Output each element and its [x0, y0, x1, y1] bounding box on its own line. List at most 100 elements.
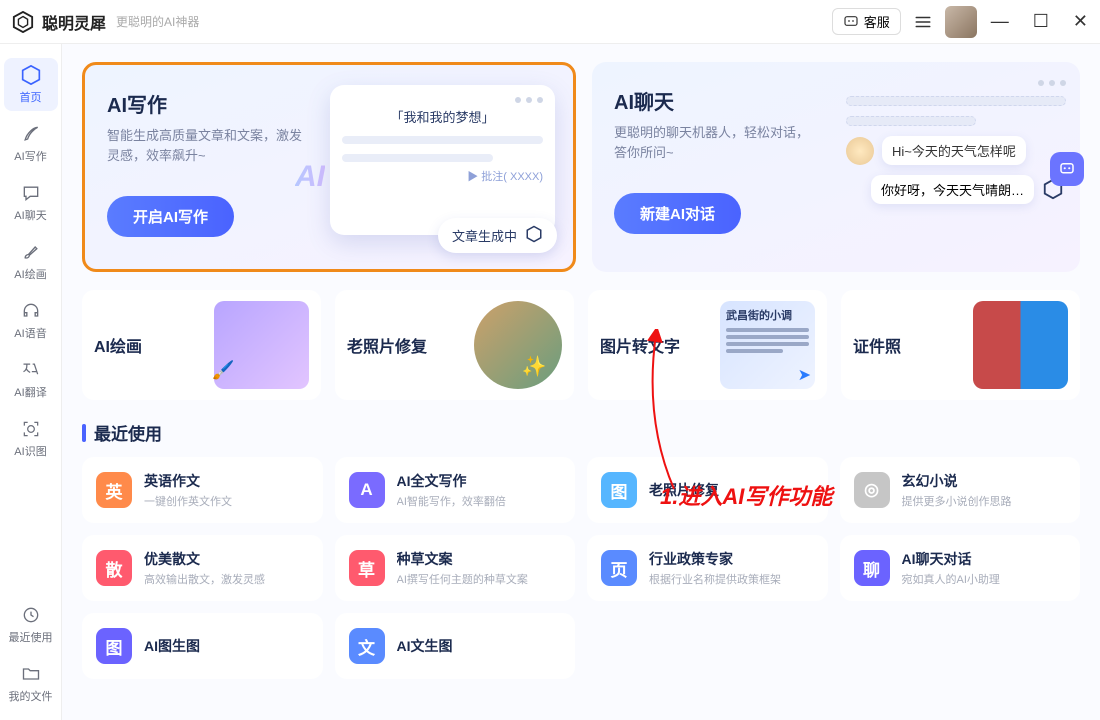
sidebar-item-ocr[interactable]: AI识图 — [4, 412, 58, 465]
tile-title: AI绘画 — [94, 333, 204, 357]
sidebar: 首页 AI写作 AI聊天 AI绘画 AI语音 AI翻译 AI识图 最 — [0, 44, 62, 720]
recent-item[interactable]: 页 行业政策专家 根据行业名称提供政策框架 — [587, 535, 828, 601]
sidebar-item-translate[interactable]: AI翻译 — [4, 353, 58, 406]
start-ai-write-button[interactable]: 开启AI写作 — [107, 196, 234, 237]
recent-item[interactable]: 草 种草文案 AI撰写任何主题的种草文案 — [335, 535, 576, 601]
tile-img-to-text[interactable]: 图片转文字 武昌街的小调 ➤ — [588, 290, 827, 400]
recent-item[interactable]: 散 优美散文 高效输出散文，激发灵感 — [82, 535, 323, 601]
hamburger-icon — [914, 13, 932, 31]
new-ai-chat-button[interactable]: 新建AI对话 — [614, 193, 741, 234]
recent-item-name: AI聊天对话 — [902, 549, 1000, 569]
window-controls: — ☐ ✕ — [991, 11, 1088, 32]
arrow-icon: ➤ — [798, 365, 811, 385]
sidebar-item-draw[interactable]: AI绘画 — [4, 235, 58, 288]
ai-badge-icon: AI — [295, 160, 325, 194]
chat-bubble-icon — [20, 182, 42, 204]
hamburger-menu-button[interactable] — [911, 10, 935, 34]
recent-item[interactable]: 文 AI文生图 — [335, 613, 576, 679]
recent-item-icon: 草 — [349, 550, 385, 586]
mock-status: 文章生成中 — [438, 218, 557, 253]
write-preview-mock: 「我和我的梦想」 ▶ 批注( XXXX) — [330, 85, 555, 235]
restore-thumbnail: ✨ — [474, 301, 562, 389]
recent-item-name: AI全文写作 — [397, 471, 506, 491]
chat-preview-mock: Hi~今天的天气怎样呢 你好呀，今天天气晴朗… — [846, 80, 1066, 204]
mock-note: ▶ 批注( XXXX) — [342, 168, 543, 184]
mock-doc-title: 「我和我的梦想」 — [342, 107, 543, 126]
recent-item-sub: 高效输出散文，激发灵感 — [144, 571, 265, 587]
hero-chat-desc: 更聪明的聊天机器人，轻松对话，答你所问~ — [614, 123, 814, 163]
customer-service-label: 客服 — [864, 12, 890, 31]
sidebar-label: AI聊天 — [14, 207, 46, 223]
brush-icon — [20, 241, 42, 263]
recent-item[interactable]: 图 AI图生图 — [82, 613, 323, 679]
recent-item[interactable]: 英 英语作文 一键创作英文作文 — [82, 457, 323, 523]
mock-status-text: 文章生成中 — [452, 226, 517, 245]
chat-bubble-user: Hi~今天的天气怎样呢 — [882, 136, 1026, 165]
hexagon-icon — [525, 225, 543, 246]
sidebar-item-chat[interactable]: AI聊天 — [4, 176, 58, 229]
recent-item-name: 优美散文 — [144, 549, 265, 569]
doc-sample-title: 武昌街的小调 — [720, 301, 815, 325]
paintbrush-icon: 🖌️ — [212, 360, 234, 381]
recent-item-icon: 页 — [601, 550, 637, 586]
minimize-button[interactable]: — — [991, 11, 1009, 32]
recent-item-name: 玄幻小说 — [902, 471, 1012, 491]
sidebar-label: 我的文件 — [9, 688, 53, 704]
sidebar-item-voice[interactable]: AI语音 — [4, 294, 58, 347]
recent-item-name: 种草文案 — [397, 549, 528, 569]
sidebar-item-write[interactable]: AI写作 — [4, 117, 58, 170]
draw-thumbnail: 🖌️ — [214, 301, 309, 389]
recent-item[interactable]: 图 老照片修复 — [587, 457, 828, 523]
headphone-icon — [20, 300, 42, 322]
history-icon — [20, 604, 42, 626]
app-tagline: 更聪明的AI神器 — [116, 13, 199, 30]
sidebar-item-recent[interactable]: 最近使用 — [4, 598, 58, 651]
sidebar-item-home[interactable]: 首页 — [4, 58, 58, 111]
user-avatar[interactable] — [945, 6, 977, 38]
recent-item[interactable]: 聊 AI聊天对话 宛如真人的AI小助理 — [840, 535, 1081, 601]
idphoto-thumbnail — [973, 301, 1068, 389]
translate-icon — [20, 359, 42, 381]
ocr-thumbnail: 武昌街的小调 ➤ — [720, 301, 815, 389]
recent-item-sub: 一键创作英文作文 — [144, 493, 232, 509]
main-content: AI写作 智能生成高质量文章和文案，激发灵感，效率飙升~ 开启AI写作 AI 「… — [62, 44, 1100, 720]
hero-card-ai-write[interactable]: AI写作 智能生成高质量文章和文案，激发灵感，效率飙升~ 开启AI写作 AI 「… — [82, 62, 576, 272]
recent-item-name: AI图生图 — [144, 636, 200, 656]
sidebar-label: 最近使用 — [9, 629, 53, 645]
magic-wand-icon: ✨ — [522, 354, 547, 379]
avatar-icon — [846, 137, 874, 165]
recent-heading: 最近使用 — [82, 420, 1080, 445]
sidebar-label: AI绘画 — [14, 266, 46, 282]
tile-ai-draw[interactable]: AI绘画 🖌️ — [82, 290, 321, 400]
tile-title: 老照片修复 — [347, 333, 464, 357]
chat-bubble-ai: 你好呀，今天天气晴朗… — [871, 175, 1034, 204]
maximize-button[interactable]: ☐ — [1033, 11, 1049, 32]
recent-item-icon: 图 — [601, 472, 637, 508]
close-button[interactable]: ✕ — [1073, 11, 1088, 32]
sidebar-label: AI识图 — [14, 443, 46, 459]
recent-item-sub: AI撰写任何主题的种草文案 — [397, 571, 528, 587]
recent-heading-text: 最近使用 — [94, 420, 162, 445]
hero-write-desc: 智能生成高质量文章和文案，激发灵感，效率飙升~ — [107, 126, 307, 166]
sidebar-label: AI写作 — [14, 148, 46, 164]
sidebar-label: AI翻译 — [14, 384, 46, 400]
recent-item-sub: 宛如真人的AI小助理 — [902, 571, 1000, 587]
customer-service-button[interactable]: 客服 — [832, 8, 901, 35]
sidebar-label: AI语音 — [14, 325, 46, 341]
recent-item[interactable]: A AI全文写作 AI智能写作，效率翻倍 — [335, 457, 576, 523]
tile-id-photo[interactable]: 证件照 — [841, 290, 1080, 400]
tile-photo-restore[interactable]: 老照片修复 ✨ — [335, 290, 574, 400]
recent-item[interactable]: ◎ 玄幻小说 提供更多小说创作思路 — [840, 457, 1081, 523]
recent-item-sub: 根据行业名称提供政策框架 — [649, 571, 781, 587]
folder-icon — [20, 663, 42, 685]
recent-item-icon: 英 — [96, 472, 132, 508]
recent-item-sub: 提供更多小说创作思路 — [902, 493, 1012, 509]
recent-item-icon: 图 — [96, 628, 132, 664]
hero-card-ai-chat[interactable]: AI聊天 更聪明的聊天机器人，轻松对话，答你所问~ 新建AI对话 Hi~今天的天… — [592, 62, 1080, 272]
recent-item-name: 行业政策专家 — [649, 549, 781, 569]
sidebar-item-files[interactable]: 我的文件 — [4, 657, 58, 710]
recent-item-icon: ◎ — [854, 472, 890, 508]
sidebar-label: 首页 — [20, 89, 42, 105]
recent-item-icon: 散 — [96, 550, 132, 586]
titlebar: 聪明灵犀 更聪明的AI神器 客服 — ☐ ✕ — [0, 0, 1100, 44]
